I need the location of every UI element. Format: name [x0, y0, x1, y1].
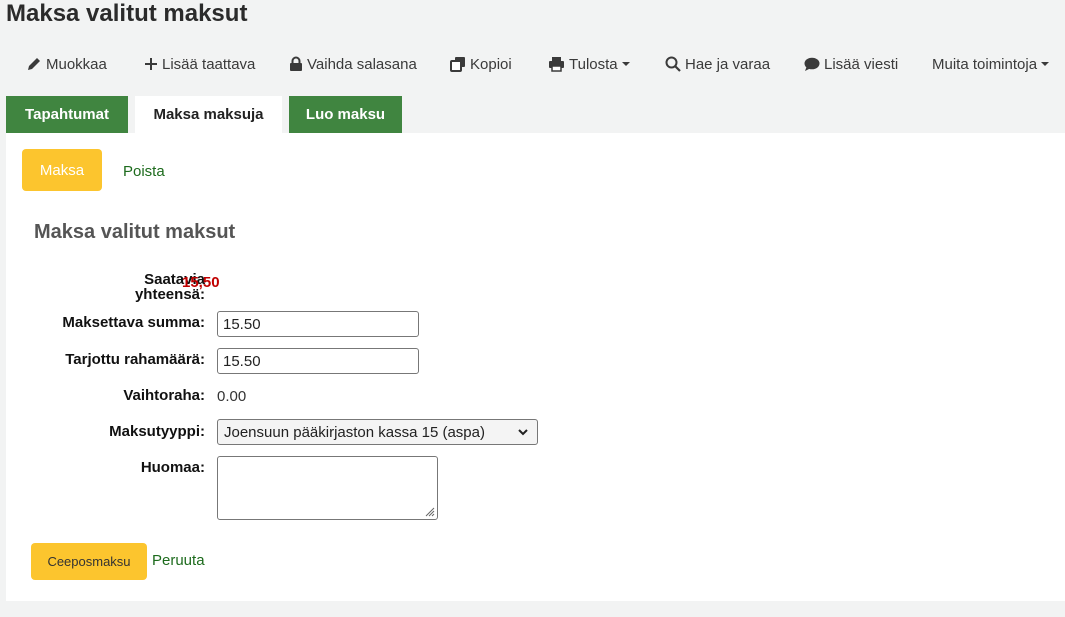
tab-make-payment[interactable]: Maksa maksuja: [135, 96, 282, 133]
print-label: Tulosta: [569, 55, 618, 73]
cancel-link[interactable]: Peruuta: [152, 552, 205, 569]
edit-button[interactable]: Muokkaa: [26, 52, 107, 76]
copy-button[interactable]: Kopioi: [450, 52, 512, 76]
payment-type-select[interactable]: Joensuun pääkirjaston kassa 15 (aspa): [217, 419, 538, 445]
copy-label: Kopioi: [470, 55, 512, 73]
copy-icon: [450, 57, 465, 72]
tab-label: Maksa maksuja: [153, 106, 264, 123]
note-textarea[interactable]: [217, 456, 438, 520]
more-actions-dropdown[interactable]: Muita toimintoja: [932, 52, 1050, 76]
plus-icon: [145, 58, 157, 70]
payment-type-value: Joensuun pääkirjaston kassa 15 (aspa): [224, 423, 485, 441]
tab-transactions[interactable]: Tapahtumat: [6, 96, 128, 133]
search-icon: [665, 56, 681, 72]
amount-label: Maksettava summa:: [62, 314, 205, 331]
print-dropdown[interactable]: Tulosta: [548, 52, 630, 76]
tendered-label: Tarjottu rahamäärä:: [65, 351, 205, 368]
search-reserve-label: Hae ja varaa: [685, 55, 771, 73]
lock-icon: [290, 56, 302, 71]
change-value: 0.00: [217, 388, 247, 405]
tendered-input[interactable]: [217, 348, 419, 374]
add-message-button[interactable]: Lisää viesti: [804, 52, 898, 76]
comment-icon: [804, 57, 820, 71]
page-title: Maksa valitut maksut: [6, 0, 248, 27]
tab-label: Luo maksu: [305, 106, 386, 123]
payment-panel: Maksa Poista Maksa valitut maksut Saatav…: [6, 133, 1065, 601]
toolbar: Muokkaa Lisää taattava Vaihda salasana K…: [0, 52, 1065, 76]
caret-down-icon: [1041, 62, 1050, 66]
search-reserve-button[interactable]: Hae ja varaa: [665, 52, 770, 76]
edit-label: Muokkaa: [46, 55, 107, 73]
pencil-icon: [28, 58, 40, 70]
note-label: Huomaa:: [140, 459, 205, 476]
total-value: 15,50: [182, 274, 220, 291]
change-label: Vaihtoraha:: [123, 387, 205, 404]
caret-down-icon: [621, 62, 630, 66]
add-guarantor-label: Lisää taattava: [162, 55, 256, 73]
change-password-button[interactable]: Vaihda salasana: [289, 52, 417, 76]
section-title: Maksa valitut maksut: [34, 221, 236, 243]
pay-button[interactable]: Maksa: [22, 149, 102, 191]
chevron-down-icon: [518, 429, 528, 436]
more-actions-label: Muita toimintoja: [932, 55, 1038, 73]
tab-create-charge[interactable]: Luo maksu: [289, 96, 402, 133]
add-guarantor-button[interactable]: Lisää taattava: [144, 52, 255, 76]
resize-grip-icon[interactable]: [425, 507, 435, 517]
payment-type-label: Maksutyyppi:: [109, 423, 205, 440]
submit-button[interactable]: Ceeposmaksu: [31, 543, 147, 580]
tab-label: Tapahtumat: [25, 106, 109, 123]
amount-input[interactable]: [217, 311, 419, 337]
submit-label: Ceeposmaksu: [47, 554, 131, 569]
pay-label: Maksa: [39, 161, 85, 179]
delete-link[interactable]: Poista: [123, 163, 165, 180]
add-message-label: Lisää viesti: [824, 55, 899, 73]
change-password-label: Vaihda salasana: [307, 55, 417, 73]
printer-icon: [549, 57, 564, 72]
